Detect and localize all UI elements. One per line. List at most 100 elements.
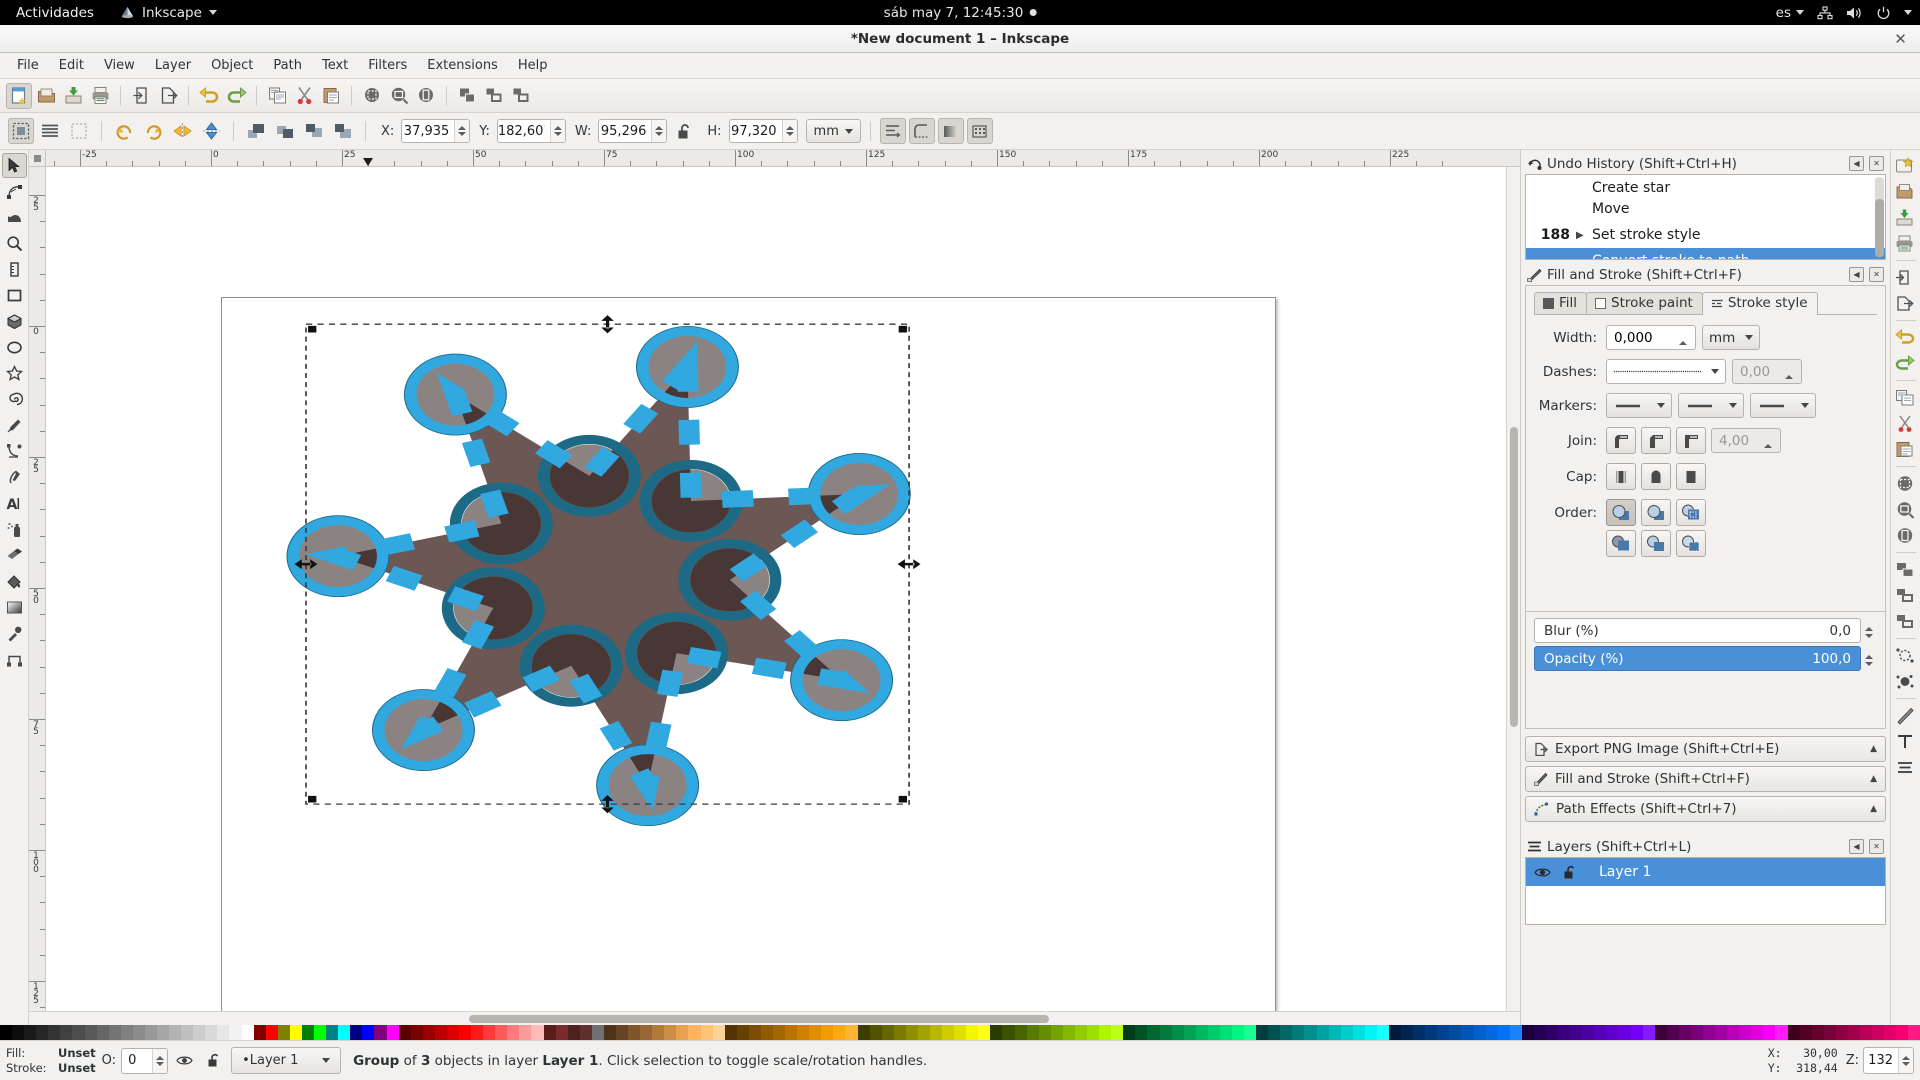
undo-entry[interactable]: 188 ▶ Set stroke style <box>1526 222 1885 248</box>
palette-swatch[interactable] <box>144 1025 158 1040</box>
w-stepper[interactable] <box>651 120 667 142</box>
network-icon[interactable] <box>1817 5 1833 20</box>
miter-limit-field[interactable] <box>1711 428 1781 453</box>
star-artwork[interactable] <box>46 167 1506 1011</box>
ellipse-tool[interactable] <box>2 335 27 360</box>
palette-swatch[interactable] <box>748 1025 761 1040</box>
palette-swatch[interactable] <box>966 1025 979 1040</box>
palette-swatch[interactable] <box>1437 1025 1450 1040</box>
opacity-stepper[interactable] <box>1861 654 1877 666</box>
palette-swatch[interactable] <box>120 1025 133 1040</box>
h-stepper[interactable] <box>781 120 797 142</box>
palette-swatch[interactable] <box>1207 1025 1220 1040</box>
palette-swatch[interactable] <box>543 1025 556 1040</box>
palette-swatch[interactable] <box>1751 1025 1764 1040</box>
zoom-tool[interactable] <box>2 231 27 256</box>
bezier-tool[interactable] <box>2 439 27 464</box>
palette-swatch[interactable] <box>277 1025 290 1040</box>
opacity-field[interactable] <box>121 1047 169 1074</box>
palette-swatch[interactable] <box>1171 1025 1184 1040</box>
collapsed-panel-path-effects[interactable]: Path Effects (Shift+Ctrl+7) ▲ <box>1525 796 1886 822</box>
panel-close-button[interactable]: ✕ <box>1869 267 1884 282</box>
undo-entry-selected[interactable]: Convert stroke to path <box>1526 248 1885 259</box>
palette-swatch[interactable] <box>422 1025 435 1040</box>
panel-collapse-button[interactable]: ◀ <box>1849 156 1864 171</box>
open-document-icon[interactable] <box>33 83 59 109</box>
marker-start-combo[interactable] <box>1606 393 1672 418</box>
palette-swatch[interactable] <box>640 1025 653 1040</box>
palette-swatch[interactable] <box>1074 1025 1088 1040</box>
palette-swatch[interactable] <box>1099 1025 1112 1040</box>
menu-filters[interactable]: Filters <box>358 55 417 76</box>
palette-swatch[interactable] <box>1811 1025 1824 1040</box>
close-icon[interactable]: ✕ <box>1891 29 1910 48</box>
palette-swatch[interactable] <box>1231 1025 1245 1040</box>
flip-horizontal-icon[interactable] <box>169 118 195 144</box>
palette-swatch[interactable] <box>289 1025 302 1040</box>
lower-icon[interactable] <box>301 118 327 144</box>
h-field[interactable] <box>728 119 798 143</box>
bucket-tool[interactable] <box>2 569 27 594</box>
group-icon[interactable] <box>481 83 507 109</box>
layers-list[interactable]: Layer 1 <box>1525 857 1886 925</box>
order-markers-stroke-fill-button[interactable] <box>1676 530 1706 557</box>
palette-swatch[interactable] <box>978 1025 991 1040</box>
palette-swatch[interactable] <box>458 1025 472 1040</box>
palette-swatch[interactable] <box>700 1025 713 1040</box>
vertical-scrollbar[interactable] <box>1506 167 1520 1011</box>
palette-swatch[interactable] <box>712 1025 725 1040</box>
palette-swatch[interactable] <box>181 1025 194 1040</box>
power-icon[interactable] <box>1876 6 1891 20</box>
palette-swatch[interactable] <box>676 1025 689 1040</box>
palette-swatch[interactable] <box>1570 1025 1583 1040</box>
palette-swatch[interactable] <box>1111 1025 1124 1040</box>
activities-button[interactable]: Actividades <box>0 5 108 21</box>
rotate-cw-icon[interactable] <box>140 118 166 144</box>
tweak-tool[interactable] <box>2 205 27 230</box>
palette-swatch[interactable] <box>821 1025 834 1040</box>
y-field[interactable] <box>496 119 566 143</box>
palette-swatch[interactable] <box>1835 1025 1848 1040</box>
palette-swatch[interactable] <box>434 1025 447 1040</box>
horizontal-scrollbar[interactable] <box>29 1011 1520 1025</box>
palette-swatch[interactable] <box>930 1025 943 1040</box>
palette-swatch[interactable] <box>567 1025 580 1040</box>
palette-swatch[interactable] <box>1050 1025 1063 1040</box>
stroke-width-unit-combo[interactable]: mm <box>1702 325 1760 350</box>
palette-swatch[interactable] <box>60 1025 73 1040</box>
zoom-page-icon[interactable] <box>413 83 439 109</box>
snap-bbox-edge-icon[interactable] <box>1893 205 1919 230</box>
dropper-tool[interactable] <box>2 621 27 646</box>
unlock-icon[interactable] <box>207 1053 221 1068</box>
palette-swatch[interactable] <box>1425 1025 1438 1040</box>
y-stepper[interactable] <box>549 120 565 142</box>
w-field[interactable] <box>598 119 668 143</box>
raise-icon[interactable] <box>272 118 298 144</box>
layer-row[interactable]: Layer 1 <box>1526 858 1885 886</box>
palette-swatch[interactable] <box>84 1025 97 1040</box>
palette-swatch[interactable] <box>1014 1025 1027 1040</box>
marker-end-combo[interactable] <box>1750 393 1816 418</box>
star-tool[interactable] <box>2 361 27 386</box>
palette-swatch[interactable] <box>1739 1025 1752 1040</box>
dash-offset-input[interactable] <box>1733 360 1785 383</box>
h-input[interactable] <box>729 120 782 142</box>
snap-grid-guide-icon[interactable] <box>1893 609 1919 634</box>
pencil-tool[interactable] <box>2 413 27 438</box>
palette-swatch[interactable] <box>1401 1025 1414 1040</box>
palette-swatch[interactable] <box>253 1025 266 1040</box>
palette-swatch[interactable] <box>1473 1025 1486 1040</box>
palette-swatch[interactable] <box>1062 1025 1075 1040</box>
palette-swatch[interactable] <box>1618 1025 1631 1040</box>
palette-swatch[interactable] <box>24 1025 37 1040</box>
palette-swatch[interactable] <box>652 1025 665 1040</box>
cap-square-button[interactable] <box>1676 463 1706 490</box>
chevron-up-icon[interactable]: ▲ <box>1870 744 1877 754</box>
palette-swatch[interactable] <box>1219 1025 1232 1040</box>
redo-icon[interactable] <box>223 83 249 109</box>
palette-swatch[interactable] <box>314 1025 327 1040</box>
lower-to-bottom-icon[interactable] <box>330 118 356 144</box>
menu-extensions[interactable]: Extensions <box>417 55 508 76</box>
palette-swatch[interactable] <box>628 1025 641 1040</box>
order-markers-fill-stroke-button[interactable] <box>1641 530 1671 557</box>
